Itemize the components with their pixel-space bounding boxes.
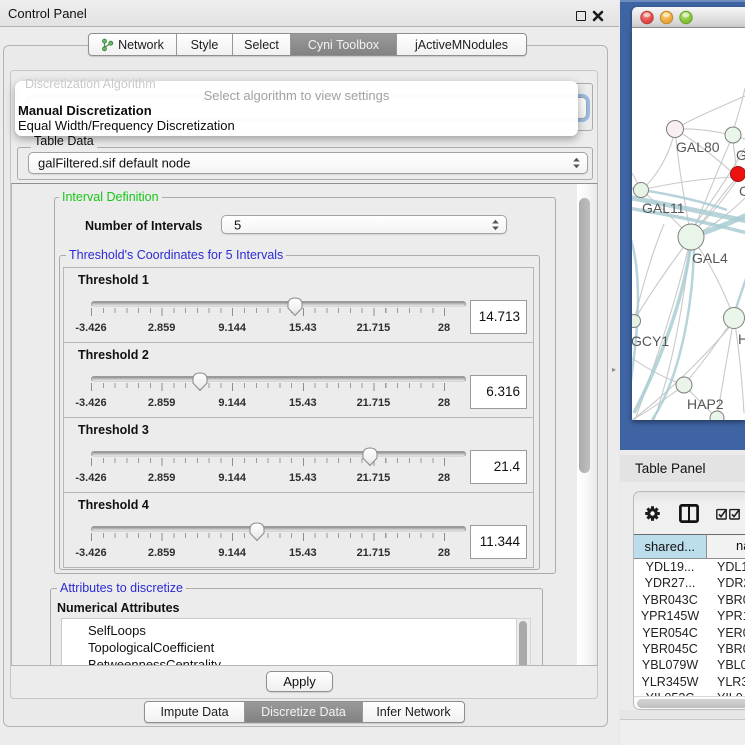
svg-text:GAL11: GAL11	[642, 200, 685, 216]
svg-text:HIS: HIS	[738, 331, 745, 347]
svg-text:GCY1: GCY1	[632, 333, 669, 349]
svg-text:HAP2: HAP2	[687, 396, 724, 412]
svg-text:GAL80: GAL80	[676, 139, 720, 155]
svg-text:CYC: CYC	[739, 183, 745, 199]
svg-text:GAL4: GAL4	[692, 250, 728, 266]
svg-text:GAL80: GAL80	[736, 147, 745, 163]
